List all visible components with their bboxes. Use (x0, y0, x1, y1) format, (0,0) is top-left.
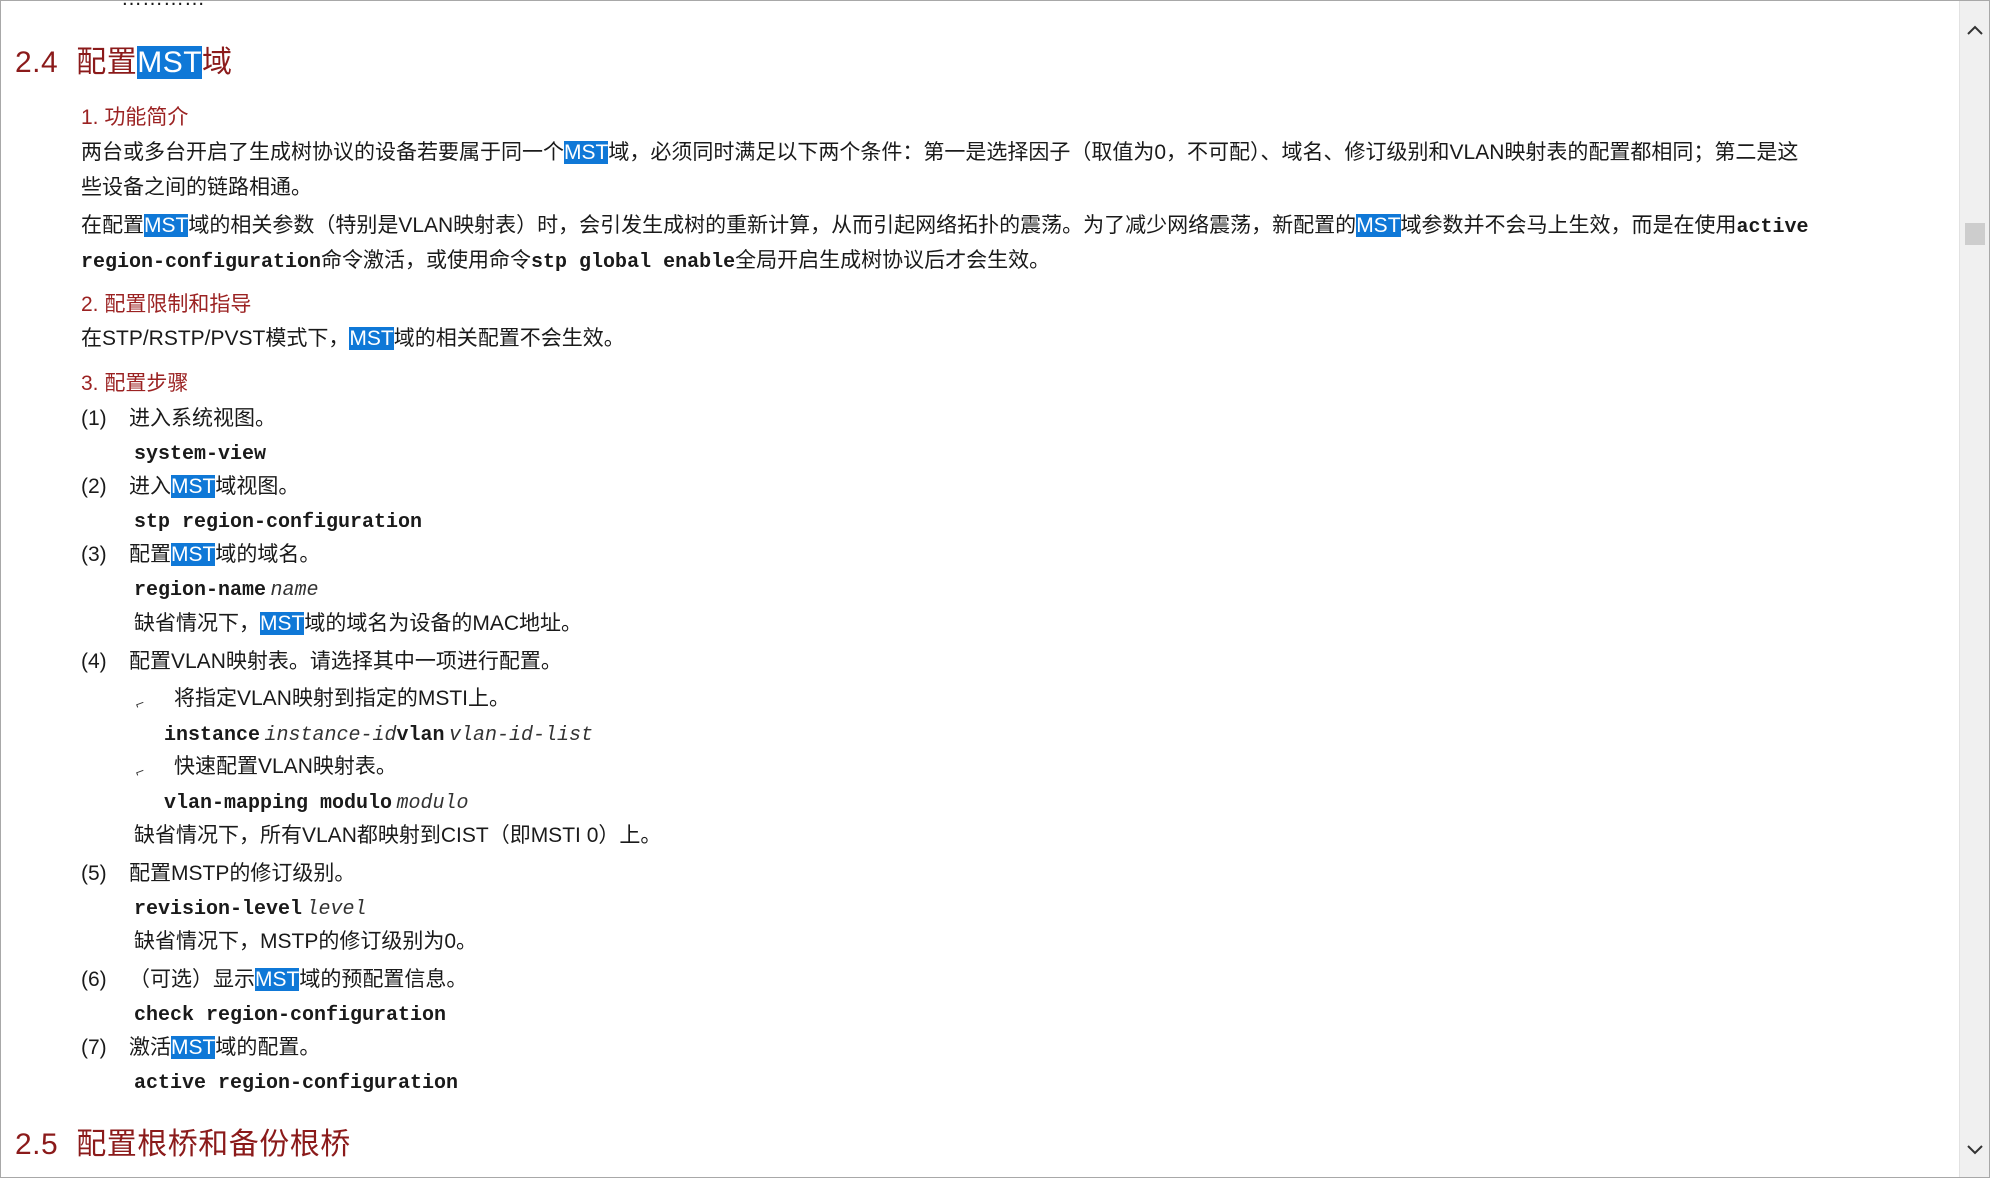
text-fragment: 配置 (129, 543, 171, 566)
step-note: 缺省情况下，所有VLAN都映射到CIST（即MSTI 0）上。 (134, 824, 662, 847)
text-fragment: modulo (396, 792, 469, 815)
document-viewer: ………… 2.4配置MST域 1. 功能简介 两台或多台开启了生成树协议的设备若… (0, 0, 1990, 1178)
command-stp-region: stp region-configuration (134, 511, 423, 534)
step-2: (2) 进入MST域视图。 (81, 470, 299, 504)
scrollbar-thumb[interactable] (1965, 223, 1985, 245)
subheading-steps: 3. 配置步骤 (81, 372, 189, 395)
text-fragment: vlan-id-list (448, 724, 593, 747)
text-fragment: 2.4 (15, 46, 59, 79)
text-fragment: level (306, 898, 367, 921)
text-fragment: 域视图。 (215, 475, 300, 498)
search-highlight: MST (144, 214, 189, 237)
text-fragment: vlan-mapping modulo (164, 792, 393, 815)
text-fragment: instance (164, 724, 261, 747)
subheading-limits: 2. 配置限制和指导 (81, 293, 252, 316)
search-highlight: MST (171, 543, 216, 566)
bullet-icon: ⌐ (132, 764, 148, 781)
search-highlight: MST (564, 141, 609, 164)
text-fragment: 域的域名为设备的MAC地址。 (304, 612, 582, 635)
step-note: 缺省情况下，MSTP的修订级别为0。 (134, 930, 478, 953)
step-3: (3) 配置MST域的域名。 (81, 538, 320, 572)
text-fragment: (6) (81, 968, 107, 991)
command-instance: instance instance-idvlan vlan-id-list (164, 724, 593, 747)
text-fragment: instance-id (264, 724, 397, 747)
text-fragment: (1) (81, 407, 107, 430)
text-fragment: 快速配置VLAN映射表。 (174, 755, 397, 778)
text-fragment: 进入 (129, 475, 171, 498)
command-text: active (1736, 216, 1809, 239)
text-fragment: 全局开启生成树协议后才会生效。 (735, 249, 1051, 272)
command-active-region: active region-configuration (134, 1072, 459, 1095)
search-highlight: MST (137, 46, 203, 79)
chevron-down-icon[interactable] (1966, 1141, 1984, 1159)
text-fragment: 域，必须同时满足以下两个条件：第一是选择因子（取值为0，不可配）、域名、修订级别… (608, 141, 1799, 164)
text-fragment: （可选）显示 (129, 968, 255, 991)
text-fragment: 配置 (76, 46, 138, 79)
command-text: region-configuration (81, 251, 322, 274)
text-fragment: 命令激活，或使用命令 (321, 249, 532, 272)
text-fragment: 激活 (129, 1036, 171, 1059)
paragraph-line: region-configuration命令激活，或使用命令stp global… (81, 244, 1050, 280)
text-fragment: name (270, 579, 319, 602)
text-fragment: 域的预配置信息。 (299, 968, 468, 991)
text-fragment: vlan (396, 724, 445, 747)
bullet-item: ⌐ 快速配置VLAN映射表。 (133, 750, 397, 784)
step-6: (6) （可选）显示MST域的预配置信息。 (81, 963, 467, 997)
paragraph-line: 在配置MST域的相关参数（特别是VLAN映射表）时，会引发生成树的重新计算，从而… (81, 209, 1809, 245)
step-7: (7) 激活MST域的配置。 (81, 1031, 320, 1065)
text-fragment: 在STP/RSTP/PVST模式下， (81, 327, 350, 350)
text-fragment: 域的域名。 (215, 543, 321, 566)
step-4: (4) 配置VLAN映射表。请选择其中一项进行配置。 (81, 645, 562, 679)
vertical-scrollbar[interactable] (1959, 1, 1989, 1177)
text-fragment: 域的相关参数（特别是VLAN映射表）时，会引发生成树的重新计算，从而引起网络拓扑… (188, 214, 1357, 237)
text-fragment: 域 (202, 46, 233, 79)
document-content: ………… 2.4配置MST域 1. 功能简介 两台或多台开启了生成树协议的设备若… (1, 1, 1959, 1177)
text-fragment: 域的配置。 (215, 1036, 321, 1059)
search-highlight: MST (260, 612, 305, 635)
text-fragment: (7) (81, 1036, 107, 1059)
search-highlight: MST (171, 1036, 216, 1059)
paragraph-line: 在STP/RSTP/PVST模式下，MST域的相关配置不会生效。 (81, 322, 625, 356)
command-revision-level: revision-level level (134, 898, 367, 921)
search-highlight: MST (171, 475, 216, 498)
search-highlight: MST (349, 327, 394, 350)
text-fragment: (5) (81, 862, 107, 885)
search-highlight: MST (1356, 214, 1401, 237)
command-text: stp global enable (531, 251, 736, 274)
chevron-up-icon[interactable] (1966, 21, 1984, 39)
bullet-item: ⌐ 将指定VLAN映射到指定的MSTI上。 (133, 682, 511, 716)
section-heading-2-4: 2.4 配置MST域 (15, 37, 233, 81)
text-fragment: (3) (81, 543, 107, 566)
step-note: 缺省情况下，MST域的域名为设备的MAC地址。 (134, 607, 582, 641)
text-fragment: 缺省情况下， (134, 612, 260, 635)
text-fragment: 域参数并不会马上生效，而是在使用 (1400, 214, 1737, 237)
subheading-intro: 1. 功能简介 (81, 106, 189, 129)
text-fragment: 进入系统视图。 (129, 407, 276, 430)
section-heading-2-5: 2.5 配置根桥和备份根桥 (15, 1119, 351, 1163)
cut-off-text: ………… (121, 1, 205, 11)
text-fragment: 在配置 (81, 214, 144, 237)
command-check-region: check region-configuration (134, 1004, 447, 1027)
text-fragment: 配置MSTP的修订级别。 (129, 862, 356, 885)
step-1: (1) 进入系统视图。 (81, 402, 276, 436)
text-fragment: 2.5 (15, 1128, 59, 1161)
text-fragment: 将指定VLAN映射到指定的MSTI上。 (174, 687, 511, 710)
bullet-icon: ⌐ (132, 696, 148, 713)
paragraph-line: 些设备之间的链路相通。 (81, 176, 312, 199)
paragraph-line: 两台或多台开启了生成树协议的设备若要属于同一个MST域，必须同时满足以下两个条件… (81, 136, 1798, 170)
text-fragment: (2) (81, 475, 107, 498)
command-vlan-mapping: vlan-mapping modulo modulo (164, 792, 469, 815)
text-fragment: 配置根桥和备份根桥 (76, 1128, 351, 1161)
text-fragment: (4) (81, 650, 107, 673)
step-5: (5) 配置MSTP的修订级别。 (81, 857, 355, 891)
command-system-view: system-view (134, 443, 267, 466)
text-fragment: 域的相关配置不会生效。 (393, 327, 625, 350)
text-fragment: revision-level (134, 898, 303, 921)
text-fragment: region-name (134, 579, 267, 602)
search-highlight: MST (255, 968, 300, 991)
text-fragment: 配置VLAN映射表。请选择其中一项进行配置。 (129, 650, 562, 673)
command-region-name: region-name name (134, 579, 319, 602)
text-fragment: 两台或多台开启了生成树协议的设备若要属于同一个 (81, 141, 564, 164)
